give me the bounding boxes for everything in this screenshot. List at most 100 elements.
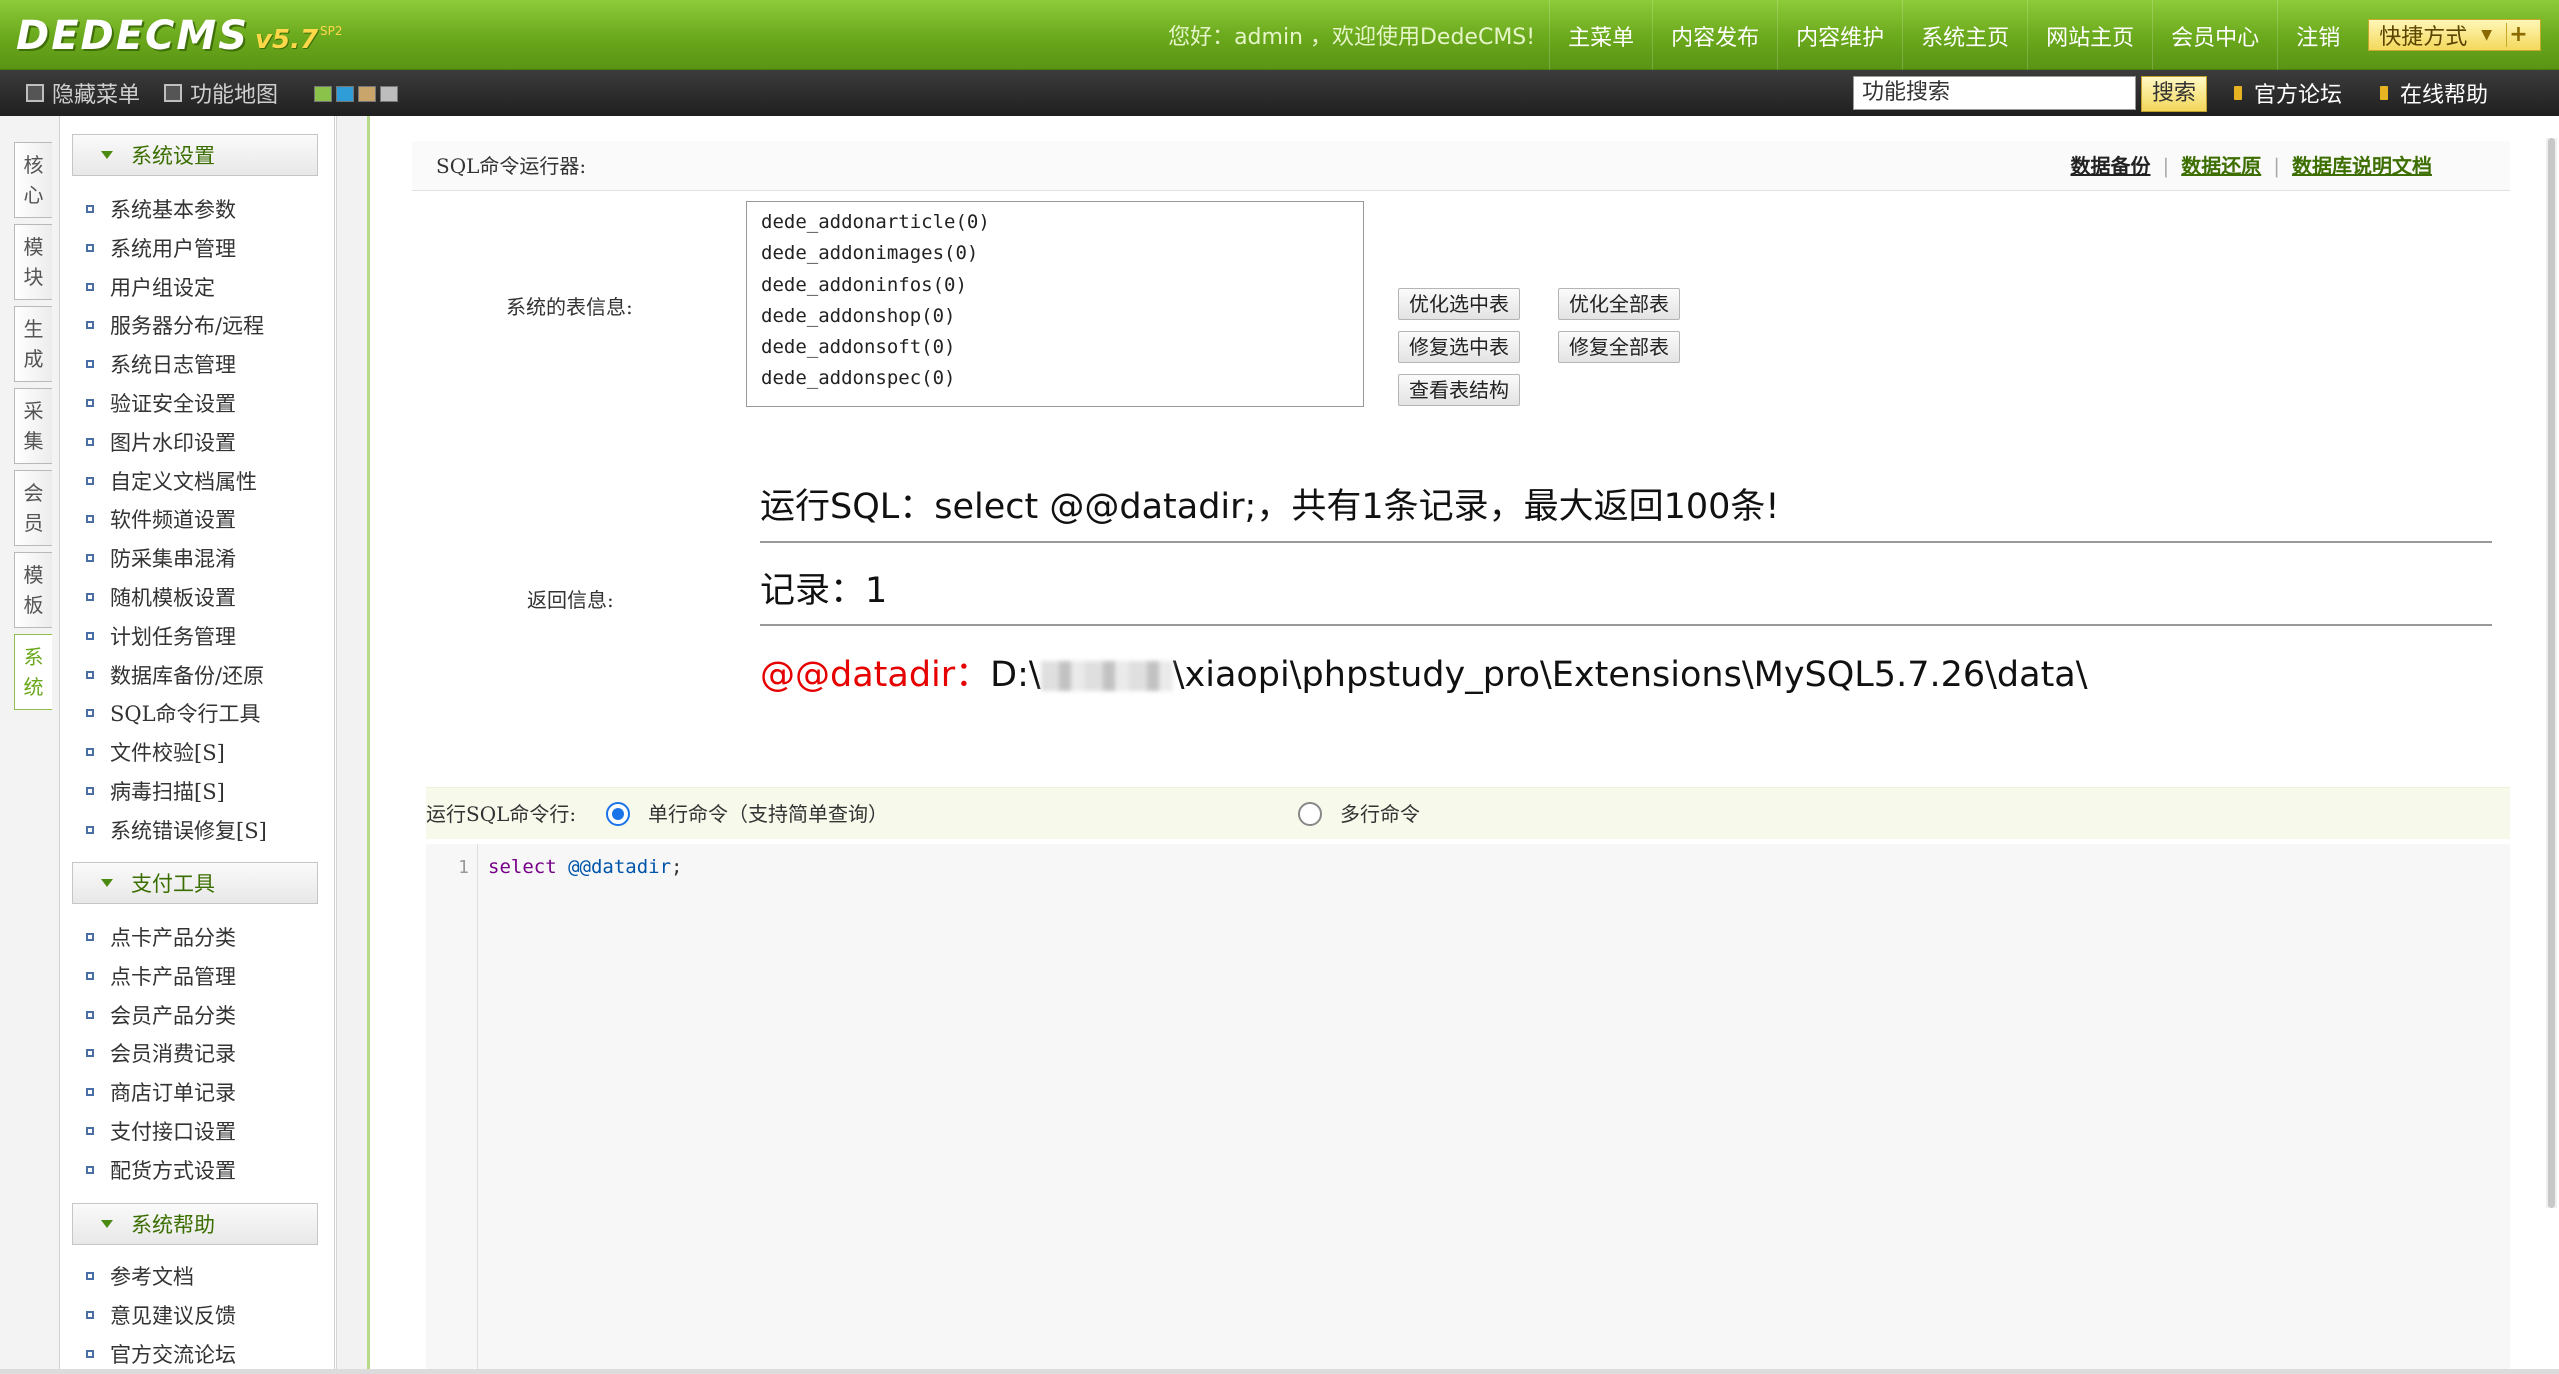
sql-code-line[interactable]: select @@datadir; (488, 856, 683, 878)
repair-selected-button[interactable]: 修复选中表 (1398, 331, 1520, 363)
single-line-label[interactable]: 单行命令（支持简单查询） (648, 788, 888, 840)
optimize-all-button[interactable]: 优化全部表 (1558, 288, 1680, 320)
hide-menu-button[interactable]: 隐藏菜单 (26, 70, 140, 116)
sql-editor[interactable]: 1 select @@datadir; (426, 844, 2510, 1374)
nav-site-home[interactable]: 网站主页 (2027, 0, 2152, 70)
sidebar-menu-item[interactable]: 用户组设定 (86, 268, 215, 306)
link-data-backup[interactable]: 数据备份 (2071, 141, 2151, 191)
tab-collect[interactable]: 采集 (14, 388, 52, 464)
view-structure-button[interactable]: 查看表结构 (1398, 374, 1520, 406)
sidebar-menu-item[interactable]: 文件校验[S] (86, 733, 225, 771)
table-list-item[interactable]: dede_addonshop(0) (761, 301, 1363, 332)
table-list-item[interactable]: dede_addonarticle(0) (761, 207, 1363, 238)
frame-splitter[interactable] (336, 116, 371, 1374)
function-map-button[interactable]: 功能地图 (164, 70, 278, 116)
nav-content-maintain[interactable]: 内容维护 (1777, 0, 1902, 70)
link-data-restore[interactable]: 数据还原 (2181, 141, 2261, 191)
bullet-icon (86, 437, 94, 446)
theme-swatch-green[interactable] (314, 86, 332, 102)
tab-modules[interactable]: 模块 (14, 224, 52, 300)
bullet-icon (86, 321, 94, 330)
bullet-icon (86, 1049, 94, 1058)
sidebar-menu-item[interactable]: 会员产品分类 (86, 996, 236, 1034)
tab-system[interactable]: 系统 (14, 634, 52, 710)
speaker-icon (2380, 86, 2388, 100)
main-scrollbar[interactable] (2546, 138, 2557, 1208)
section-system-settings[interactable]: 系统设置 (72, 134, 318, 176)
sidebar-menu-item[interactable]: 商店订单记录 (86, 1073, 236, 1111)
optimize-selected-button[interactable]: 优化选中表 (1398, 288, 1520, 320)
sidebar-menu-item[interactable]: 意见建议反馈 (86, 1296, 236, 1334)
plus-icon[interactable]: + (2506, 23, 2530, 47)
scrollbar-thumb[interactable] (2548, 138, 2555, 1208)
sidebar-menu-item[interactable]: 点卡产品分类 (86, 918, 236, 956)
theme-swatch-blue[interactable] (336, 86, 354, 102)
sidebar-menu-item-label: 验证安全设置 (110, 392, 236, 416)
sidebar-menu-item[interactable]: 点卡产品管理 (86, 957, 236, 995)
bullet-icon (86, 670, 94, 679)
sidebar-menu-item[interactable]: 随机模板设置 (86, 578, 236, 616)
quick-access-dropdown[interactable]: 快捷方式 ▼ + (2368, 19, 2541, 51)
theme-swatch-brown[interactable] (358, 86, 376, 102)
repair-all-button[interactable]: 修复全部表 (1558, 331, 1680, 363)
section-title: 系统帮助 (131, 1213, 215, 1237)
sidebar-menu-item[interactable]: 自定义文档属性 (86, 462, 257, 500)
table-info-label: 系统的表信息: (506, 295, 633, 319)
tab-templates[interactable]: 模板 (14, 552, 52, 628)
sidebar-menu-item[interactable]: 系统用户管理 (86, 229, 236, 267)
table-list-item[interactable]: dede_addonsoft(0) (761, 332, 1363, 363)
section-system-help[interactable]: 系统帮助 (72, 1203, 318, 1245)
sidebar-menu-item[interactable]: 会员消费记录 (86, 1034, 236, 1072)
official-forum-label: 官方论坛 (2254, 83, 2343, 108)
function-search-input[interactable]: 功能搜索 (1853, 76, 2136, 110)
nav-system-home[interactable]: 系统主页 (1902, 0, 2027, 70)
bullet-icon (86, 709, 94, 718)
sidebar-menu-item[interactable]: 验证安全设置 (86, 384, 236, 422)
sidebar-menu-item[interactable]: 数据库备份/还原 (86, 656, 264, 694)
theme-swatch-gray[interactable] (380, 86, 398, 102)
table-list[interactable]: dede_addonarticle(0) dede_addonimages(0)… (746, 201, 1364, 407)
sidebar-menu-item[interactable]: 计划任务管理 (86, 617, 236, 655)
sidebar-menu-item[interactable]: 图片水印设置 (86, 423, 236, 461)
single-line-radio[interactable] (606, 802, 630, 826)
sidebar-menu-item[interactable]: 官方交流论坛 (86, 1335, 236, 1373)
multi-line-label[interactable]: 多行命令 (1340, 788, 1420, 840)
sidebar-menu: 系统设置 系统基本参数 系统用户管理用户组设定服务器分布/远程 系统日志管理验证安全… (60, 116, 335, 1374)
sidebar-menu-item[interactable]: 配货方式设置 (86, 1151, 236, 1189)
sidebar-menu-item-label: 意见建议反馈 (110, 1303, 236, 1328)
tab-members[interactable]: 会员 (14, 470, 52, 546)
sidebar-menu-item[interactable]: 病毒扫描[S] (86, 772, 225, 810)
table-list-item[interactable]: dede_addonimages(0) (761, 238, 1363, 269)
bullet-icon (86, 825, 94, 834)
sidebar-menu-item-label: 用户组设定 (110, 275, 215, 300)
sidebar-menu-item-label: 配货方式设置 (110, 1158, 236, 1183)
tab-generate[interactable]: 生成 (14, 306, 52, 382)
bottom-border (0, 1369, 2559, 1374)
nav-content-publish[interactable]: 内容发布 (1652, 0, 1777, 70)
online-help-link[interactable]: 在线帮助 (2380, 70, 2488, 116)
sidebar-menu-item[interactable]: 系统日志管理 (86, 345, 236, 383)
result-field-value-prefix: D:\ (990, 655, 1041, 695)
sidebar-menu-item[interactable]: SQL命令行工具 (86, 694, 261, 732)
sidebar-menu-item[interactable]: 软件频道设置 (86, 500, 236, 538)
sidebar-menu-item[interactable]: 系统错误修复[S] (86, 811, 267, 849)
sidebar-menu-item[interactable]: 防采集串混淆 (86, 539, 236, 577)
nav-member-center[interactable]: 会员中心 (2152, 0, 2277, 70)
nav-main-menu[interactable]: 主菜单 (1549, 0, 1652, 70)
multi-line-radio[interactable] (1298, 802, 1322, 826)
sidebar-menu-item[interactable]: 服务器分布/远程 (86, 306, 264, 344)
link-db-docs[interactable]: 数据库说明文档 (2292, 141, 2432, 191)
search-button[interactable]: 搜索 (2141, 76, 2207, 112)
section-payment-tools[interactable]: 支付工具 (72, 862, 318, 904)
sidebar-menu-item[interactable]: 系统基本参数 (86, 190, 236, 228)
bullet-icon (86, 748, 94, 757)
official-forum-link[interactable]: 官方论坛 (2234, 70, 2342, 116)
sidebar-menu-item[interactable]: 参考文档 (86, 1257, 194, 1295)
sidebar-menu-item-label: 会员产品分类 (110, 1003, 236, 1028)
nav-logout[interactable]: 注销 (2277, 0, 2358, 70)
table-list-item[interactable]: dede_addoninfos(0) (761, 270, 1363, 301)
result-row: @@datadir：D:\ \xiaopi\phpstudy_pro\Extens… (760, 646, 2088, 697)
table-list-item[interactable]: dede_addonspec(0) (761, 363, 1363, 394)
tab-core[interactable]: 核心 (14, 142, 52, 218)
sidebar-menu-item[interactable]: 支付接口设置 (86, 1112, 236, 1150)
